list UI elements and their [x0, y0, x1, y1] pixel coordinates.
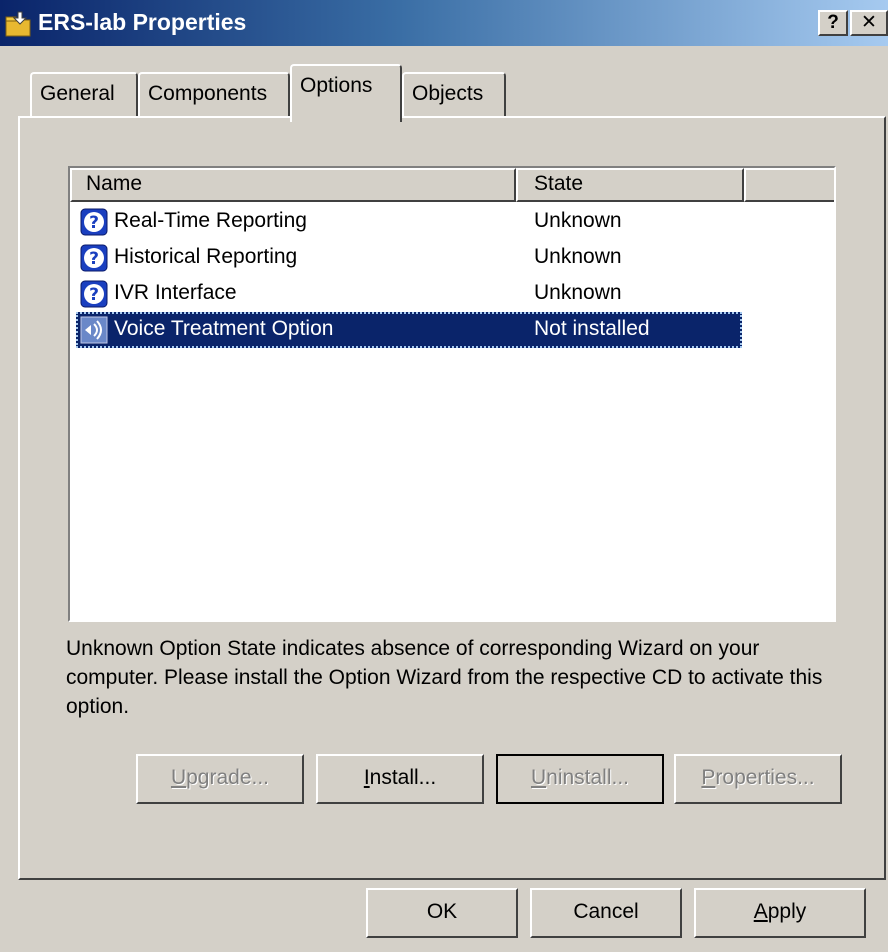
- tab-objects[interactable]: Objects: [402, 72, 506, 118]
- item-name: Historical Reporting: [114, 245, 298, 268]
- list-header: Name State: [70, 168, 834, 202]
- svg-text:?: ?: [89, 213, 99, 233]
- apply-label: pply: [767, 900, 807, 923]
- item-name: Real-Time Reporting: [114, 209, 307, 232]
- help-button[interactable]: ?: [818, 10, 848, 36]
- list-item[interactable]: ? IVR Interface Unknown: [76, 276, 742, 312]
- upgrade-button[interactable]: Upgrade...: [136, 754, 304, 804]
- list-item[interactable]: ? Historical Reporting Unknown: [76, 240, 742, 276]
- window-title: ERS-lab Properties: [38, 9, 247, 35]
- voice-option-icon: [80, 316, 108, 344]
- column-header-state[interactable]: State: [516, 168, 744, 202]
- cancel-button[interactable]: Cancel: [530, 888, 682, 938]
- properties-dialog: ERS-lab Properties ? ✕ General Component…: [0, 0, 888, 952]
- uninstall-button[interactable]: Uninstall...: [496, 754, 664, 804]
- uninstall-accelerator: U: [530, 766, 547, 789]
- info-message: Unknown Option State indicates absence o…: [66, 637, 823, 718]
- ok-button[interactable]: OK: [366, 888, 518, 938]
- properties-label: roperties...: [715, 766, 815, 789]
- properties-button[interactable]: Properties...: [674, 754, 842, 804]
- svg-text:?: ?: [89, 249, 99, 269]
- svg-text:?: ?: [89, 285, 99, 305]
- item-state: Unknown: [534, 209, 622, 232]
- uninstall-label: ninstall...: [546, 766, 630, 789]
- item-name: Voice Treatment Option: [114, 317, 334, 340]
- apply-accelerator: A: [753, 900, 768, 923]
- item-state: Not installed: [534, 317, 650, 340]
- upgrade-accelerator: U: [170, 766, 187, 789]
- tab-options[interactable]: Options: [290, 64, 402, 122]
- options-panel: Name State ? Real-Time Reporting Unknown…: [18, 116, 886, 880]
- title-bar[interactable]: ERS-lab Properties ? ✕: [0, 0, 888, 46]
- question-icon: ?: [80, 244, 108, 272]
- tab-components[interactable]: Components: [138, 72, 290, 118]
- column-header-filler: [744, 168, 834, 202]
- tab-general[interactable]: General: [30, 72, 138, 118]
- list-item-selected[interactable]: Voice Treatment Option Not installed: [76, 312, 742, 348]
- install-label: nstall...: [369, 766, 437, 789]
- apply-button[interactable]: Apply: [694, 888, 866, 938]
- upgrade-label: pgrade...: [186, 766, 270, 789]
- list-item[interactable]: ? Real-Time Reporting Unknown: [76, 204, 742, 240]
- close-button[interactable]: ✕: [850, 10, 888, 36]
- item-name: IVR Interface: [114, 281, 237, 304]
- column-header-name[interactable]: Name: [70, 168, 516, 202]
- options-list[interactable]: Name State ? Real-Time Reporting Unknown…: [68, 166, 836, 622]
- item-state: Unknown: [534, 281, 622, 304]
- question-icon: ?: [80, 280, 108, 308]
- properties-accelerator: P: [701, 766, 716, 789]
- app-folder-icon: [5, 11, 31, 37]
- install-button[interactable]: Install...: [316, 754, 484, 804]
- question-icon: ?: [80, 208, 108, 236]
- item-state: Unknown: [534, 245, 622, 268]
